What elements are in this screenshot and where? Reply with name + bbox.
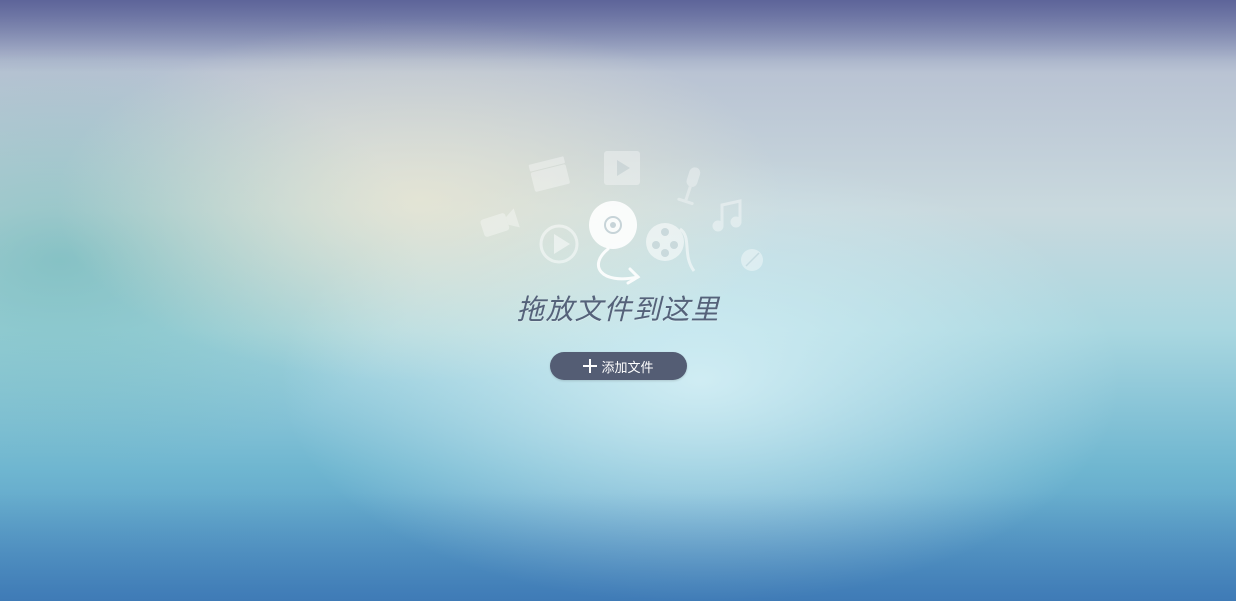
clapperboard-icon: [528, 156, 570, 192]
microphone-icon: [677, 167, 701, 206]
play-circle-icon: [539, 224, 579, 264]
video-camera-icon: [480, 208, 520, 237]
app-window: 拖放文件到这里 添加文件: [0, 0, 1236, 601]
disc-icon: [589, 201, 637, 249]
plus-icon: [583, 359, 598, 373]
small-disc-icon: [741, 249, 763, 271]
add-file-button-label: 添加文件: [601, 360, 654, 376]
arrow-icon: [596, 247, 641, 285]
media-illustration: [480, 151, 763, 285]
add-file-button[interactable]: 添加文件: [550, 352, 687, 380]
music-note-icon: [712, 199, 742, 232]
drop-hint-title: 拖放文件到这里: [516, 293, 720, 326]
film-reel-icon: [646, 223, 696, 272]
file-drop-zone[interactable]: 拖放文件到这里 添加文件: [0, 0, 1236, 601]
film-strip-icon: [604, 151, 640, 185]
